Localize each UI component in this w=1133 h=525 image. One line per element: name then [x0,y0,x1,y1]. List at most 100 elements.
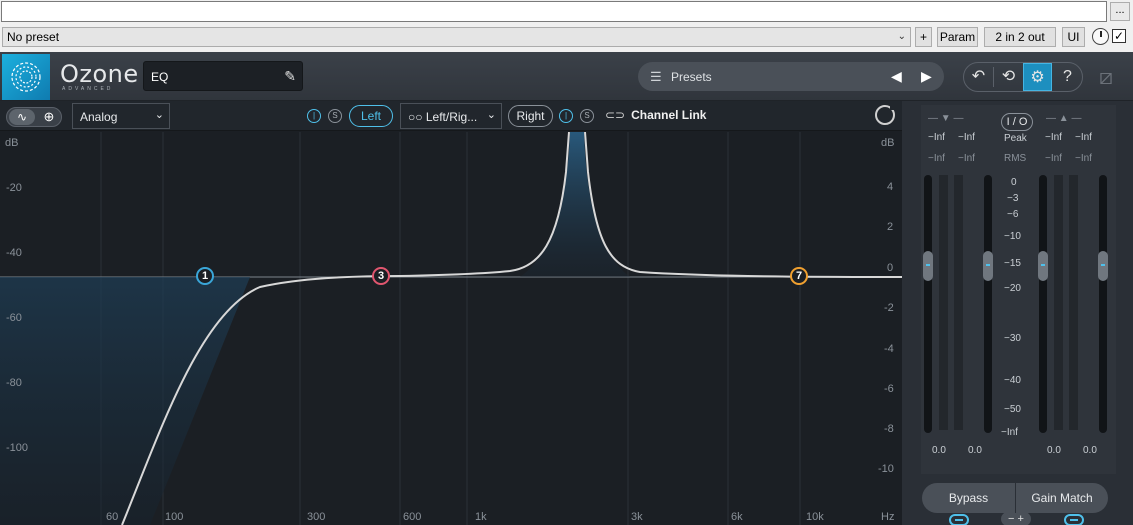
input-meter-r [954,175,963,430]
meter-scale-label: −10 [1004,231,1021,242]
left-scale-label: -100 [6,442,29,454]
meter-scale-label: −3 [1007,193,1019,204]
input-meter-header: — ▼ — [928,113,964,124]
header-actions: ↶ ⟲ ⚙ ? [963,62,1083,92]
input-gain-handle-r[interactable] [983,251,993,281]
host-more-button[interactable]: ... [1110,2,1130,21]
db-unit-right: dB [881,137,895,149]
eq-node-3[interactable]: 3 [372,267,390,285]
right-scale-label: -6 [884,383,894,395]
left-scale-label: -60 [6,312,22,324]
meter-scale-label: −Inf [1001,427,1018,438]
input-gain-track-r[interactable] [984,175,992,433]
chevron-down-icon: ⌄ [897,31,906,42]
input-gain-track-l[interactable] [924,175,932,433]
eq-node-7[interactable]: 7 [790,267,808,285]
output-gain-track-l[interactable] [1039,175,1047,433]
plugin-header: Ozone ADVANCED EQ ✎ ☰ Presets ◀ ▶ ↶ ⟲ ⚙ … [0,52,1133,101]
pencil-icon[interactable]: ✎ [284,68,296,85]
host-text-field[interactable] [1,1,1107,22]
input-peak-r: −Inf [958,132,975,143]
output-meter-r [1069,175,1078,430]
stereo-mode-value: Left/Rig... [425,110,478,124]
eq-toolbar: ∿ ⊕ Analog ⌄ | S Left ○○ Left/Rig... ⌄ R… [0,101,902,131]
output-gain-track-r[interactable] [1099,175,1107,433]
left-solo-icon[interactable]: S [328,109,342,123]
channel-link-label: Channel Link [631,108,707,122]
input-meter-l [939,175,948,430]
freq-label: 300 [307,511,326,523]
curve-mode-icon[interactable]: ∿ [9,109,35,125]
freq-label: 10k [806,511,824,523]
right-scale-label: 0 [887,262,894,274]
input-gain-handle-l[interactable] [923,251,933,281]
host-preset-select[interactable]: No preset ⌄ [2,27,911,47]
undo-icon[interactable]: ↶ [964,63,993,91]
settings-gear-icon[interactable]: ⚙ [1023,63,1052,91]
low-cut-fill [0,277,250,525]
stereo-mode-select[interactable]: ○○ Left/Rig... ⌄ [400,103,502,129]
gain-match-button[interactable]: Gain Match [1016,483,1108,513]
output-gain-handle-l[interactable] [1038,251,1048,281]
ozone-logo-icon[interactable] [2,54,50,100]
module-name: EQ [151,70,169,84]
presets-bar[interactable]: ☰ Presets ◀ ▶ [638,62,944,91]
output-rms-l: −Inf [1045,153,1062,164]
output-gain-handle-r[interactable] [1098,251,1108,281]
input-gain-r[interactable]: 0.0 [968,445,982,456]
output-meter-l [1054,175,1063,430]
next-preset-icon[interactable]: ▶ [921,68,932,85]
meter-scale-label: −20 [1004,283,1021,294]
host-ui-button[interactable]: UI [1062,27,1085,47]
eq-node-1[interactable]: 1 [196,267,214,285]
globe-mode-icon[interactable]: ⊕ [37,109,61,125]
history-icon[interactable]: ⟲ [994,63,1023,91]
right-scale-label: 2 [887,221,894,233]
bypass-button[interactable]: Bypass [922,483,1015,513]
previous-preset-icon[interactable]: ◀ [891,68,902,85]
host-volume-knob[interactable] [1092,28,1109,45]
freq-label: 600 [403,511,422,523]
right-scale-label: -2 [884,302,894,314]
io-toggle[interactable]: I / O [1001,113,1033,131]
host-io-button[interactable]: 2 in 2 out [984,27,1056,47]
host-param-button[interactable]: Param [937,27,978,47]
chevron-down-icon: ⌄ [486,109,496,121]
right-scale-label: -10 [878,463,894,475]
output-link-icon[interactable] [1064,514,1084,525]
izotope-icon[interactable]: ⧄ [1091,62,1121,92]
presets-label: Presets [671,70,712,84]
host-enable-checkbox[interactable]: ✓ [1112,29,1126,43]
product-name: Ozone [60,60,139,88]
host-add-button[interactable]: + [915,27,932,47]
gain-step-control[interactable]: − + [1001,512,1031,525]
output-gain-r[interactable]: 0.0 [1083,445,1097,456]
channel-link-toggle[interactable]: ⊂⊃ Channel Link [605,108,706,122]
output-gain-l[interactable]: 0.0 [1047,445,1061,456]
output-rms-r: −Inf [1075,153,1092,164]
input-link-icon[interactable] [949,514,969,525]
freq-label: 100 [165,511,184,523]
ozone-plugin: Ozone ADVANCED EQ ✎ ☰ Presets ◀ ▶ ↶ ⟲ ⚙ … [0,52,1133,525]
input-gain-l[interactable]: 0.0 [932,445,946,456]
left-power-icon[interactable]: | [307,109,321,123]
left-scale-label: -20 [6,182,22,194]
eq-mode-select[interactable]: Analog ⌄ [72,103,170,129]
freq-label: 60 [106,511,119,523]
right-channel-button[interactable]: Right [508,105,553,127]
module-name-field[interactable]: EQ ✎ [143,61,303,91]
left-channel-button[interactable]: Left [349,105,393,127]
view-mode-toggle[interactable]: ∿ ⊕ [6,107,62,127]
freq-label: 1k [475,511,487,523]
reset-icon[interactable] [875,104,896,125]
right-power-icon[interactable]: | [559,109,573,123]
eq-graph-canvas [0,132,902,525]
meter-scale-label: −30 [1004,333,1021,344]
right-solo-icon[interactable]: S [580,109,594,123]
meter-scale-label: −15 [1004,258,1021,269]
peak-label: Peak [1004,133,1027,144]
help-icon[interactable]: ? [1053,63,1082,91]
output-peak-l: −Inf [1045,132,1062,143]
eq-graph[interactable]: dB dB -20 -40 -60 -80 -100 4 2 0 -2 -4 -… [0,132,902,525]
peak-fill [520,132,630,277]
